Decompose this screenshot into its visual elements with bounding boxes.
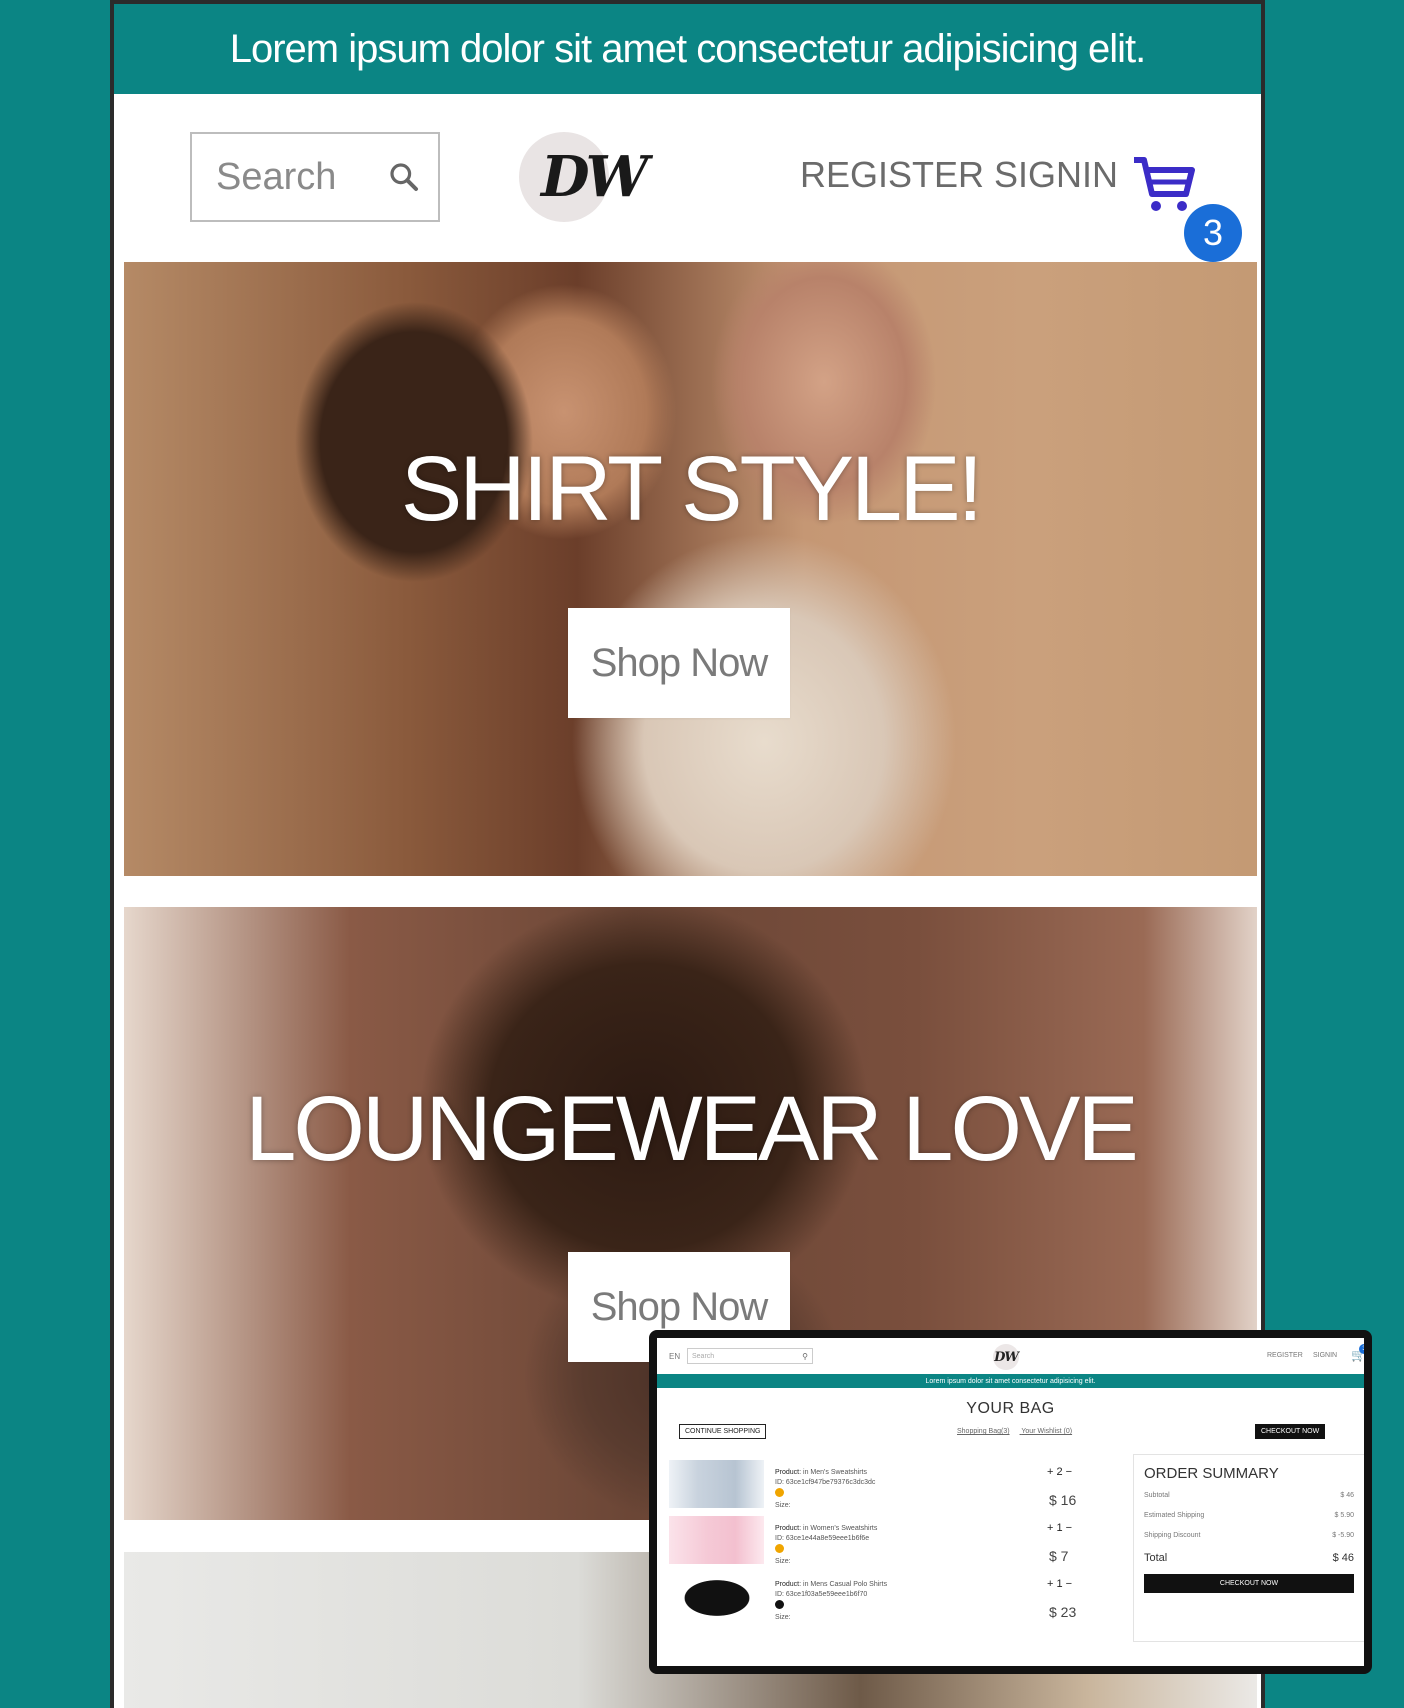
- inset-logo[interactable]: DW: [993, 1344, 1019, 1370]
- hero-title: LOUNGEWEAR LOVE: [245, 1078, 1139, 1180]
- cart-count-badge: 3: [1184, 204, 1242, 262]
- product-image[interactable]: [669, 1460, 764, 1508]
- search-icon[interactable]: [388, 157, 420, 197]
- inset-search-placeholder: Search: [692, 1352, 715, 1360]
- product-info: Product: in Mens Casual Polo Shirts ID: …: [775, 1580, 887, 1623]
- summary-row-total: Total $ 46: [1144, 1552, 1354, 1564]
- product-label: Product:: [775, 1525, 802, 1532]
- quantity-stepper[interactable]: + 1 −: [1047, 1578, 1072, 1590]
- product-color-swatch: [775, 1544, 784, 1553]
- inset-search-box[interactable]: Search ⚲: [687, 1348, 813, 1364]
- total-label: Total: [1144, 1552, 1168, 1564]
- cart-item: Product: in Men's Sweatshirts ID: 63ce1c…: [669, 1460, 1109, 1512]
- product-info: Product: in Women's Sweatshirts ID: 63ce…: [775, 1524, 877, 1567]
- search-box[interactable]: [190, 132, 440, 222]
- discount-label: Shipping Discount: [1144, 1532, 1201, 1539]
- product-price: $ 7: [1049, 1548, 1069, 1564]
- product-name: in Men's Sweatshirts: [803, 1469, 868, 1476]
- bag-tabs: Shopping Bag(3) Your Wishlist (0): [957, 1428, 1082, 1435]
- product-label: Product:: [775, 1581, 802, 1588]
- navbar: DW REGISTER SIGNIN 3: [114, 94, 1261, 262]
- checkout-now-button-top[interactable]: CHECKOUT NOW: [1255, 1424, 1326, 1439]
- continue-shopping-button[interactable]: CONTINUE SHOPPING: [679, 1424, 767, 1439]
- cart-item: Product: in Mens Casual Polo Shirts ID: …: [669, 1572, 1109, 1624]
- subtotal-value: $ 46: [1340, 1492, 1354, 1499]
- quantity-stepper[interactable]: + 1 −: [1047, 1522, 1072, 1534]
- cart-page-screenshot: EN Search ⚲ DW REGISTER SIGNIN 🛒 3 Lorem…: [649, 1330, 1372, 1674]
- summary-row-discount: Shipping Discount $ -5.90: [1144, 1532, 1354, 1539]
- summary-row-shipping: Estimated Shipping $ 5.90: [1144, 1512, 1354, 1519]
- logo-text: DW: [541, 144, 648, 210]
- product-id: ID: 63ce1f03a5e59eee1b6f70: [775, 1591, 868, 1598]
- inset-register-link[interactable]: REGISTER: [1267, 1352, 1303, 1359]
- search-input[interactable]: [214, 154, 388, 200]
- shipping-value: $ 5.90: [1334, 1512, 1354, 1519]
- tab-shopping-bag[interactable]: Shopping Bag(3): [957, 1428, 1010, 1435]
- shop-now-button[interactable]: Shop Now: [568, 608, 790, 718]
- cart-item: Product: in Women's Sweatshirts ID: 63ce…: [669, 1516, 1109, 1568]
- order-summary-title: ORDER SUMMARY: [1144, 1465, 1279, 1482]
- hero-title: SHIRT STYLE!: [400, 438, 983, 540]
- quantity-stepper[interactable]: + 2 −: [1047, 1466, 1072, 1478]
- product-color-swatch: [775, 1488, 784, 1497]
- tab-wishlist[interactable]: Your Wishlist (0): [1021, 1428, 1072, 1435]
- inset-announcement-bar: Lorem ipsum dolor sit amet consectetur a…: [657, 1374, 1364, 1388]
- inset-cart-badge: 3: [1359, 1344, 1364, 1354]
- logo[interactable]: DW: [519, 130, 648, 224]
- product-color-swatch: [775, 1600, 784, 1609]
- inset-navbar: EN Search ⚲ DW REGISTER SIGNIN 🛒 3: [657, 1338, 1364, 1374]
- product-size: Size:: [775, 1614, 791, 1621]
- product-label: Product:: [775, 1469, 802, 1476]
- product-info: Product: in Men's Sweatshirts ID: 63ce1c…: [775, 1468, 875, 1511]
- product-price: $ 23: [1049, 1604, 1077, 1620]
- language-selector[interactable]: EN: [669, 1352, 680, 1361]
- summary-row-subtotal: Subtotal $ 46: [1144, 1492, 1354, 1499]
- hero-banner-shirt: SHIRT STYLE! Shop Now: [124, 262, 1257, 876]
- bag-title: YOUR BAG: [966, 1400, 1055, 1417]
- cart-icon[interactable]: [1132, 152, 1198, 218]
- shipping-label: Estimated Shipping: [1144, 1512, 1205, 1519]
- checkout-now-button[interactable]: CHECKOUT NOW: [1144, 1574, 1354, 1593]
- product-size: Size:: [775, 1558, 791, 1565]
- product-name: in Women's Sweatshirts: [803, 1525, 878, 1532]
- signin-link[interactable]: SIGNIN: [994, 154, 1118, 196]
- inset-signin-link[interactable]: SIGNIN: [1313, 1352, 1337, 1359]
- search-icon[interactable]: ⚲: [802, 1352, 808, 1361]
- product-id: ID: 63ce1cf947be79376c3dc3dc: [775, 1479, 876, 1486]
- product-id: ID: 63ce1e44a8e59eee1b6f6e: [775, 1535, 870, 1542]
- product-price: $ 16: [1049, 1492, 1077, 1508]
- total-value: $ 46: [1332, 1552, 1354, 1564]
- register-link[interactable]: REGISTER: [800, 154, 984, 196]
- order-summary: ORDER SUMMARY Subtotal $ 46 Estimated Shi…: [1133, 1454, 1364, 1642]
- announcement-bar: Lorem ipsum dolor sit amet consectetur a…: [114, 4, 1261, 94]
- product-image[interactable]: [669, 1516, 764, 1564]
- product-name: in Mens Casual Polo Shirts: [803, 1581, 888, 1588]
- discount-value: $ -5.90: [1332, 1532, 1354, 1539]
- subtotal-label: Subtotal: [1144, 1492, 1170, 1499]
- product-image[interactable]: [669, 1572, 764, 1620]
- product-size: Size:: [775, 1502, 791, 1509]
